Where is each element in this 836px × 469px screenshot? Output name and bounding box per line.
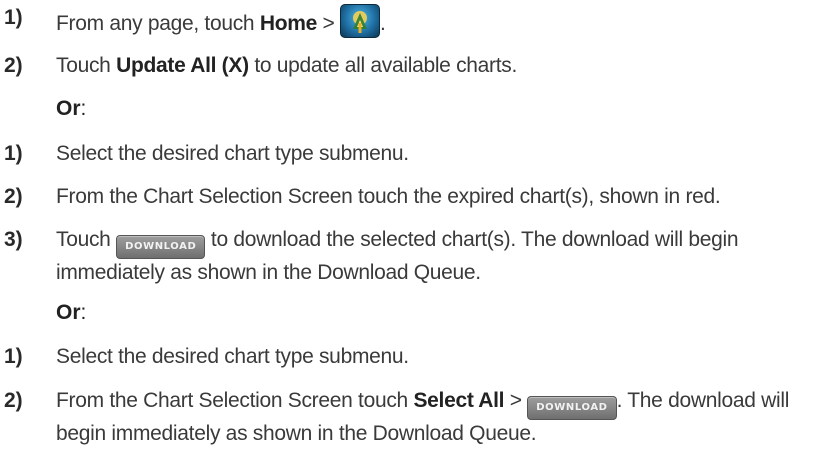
- step-text: From any page, touch Home > .: [56, 4, 828, 38]
- step-text-pre: Touch: [56, 228, 117, 251]
- step-number: 1): [4, 6, 23, 29]
- step-text-pre: From the Chart Selection Screen touch: [56, 389, 414, 412]
- download-button: DOWNLOAD: [116, 235, 206, 259]
- select-all-label: Select All: [413, 389, 505, 412]
- step-text: Select the desired chart type submenu.: [56, 345, 409, 368]
- step-text: Touch Update All (X) to update all avail…: [56, 52, 828, 79]
- step-text-post: to update all available charts.: [248, 54, 518, 77]
- or-label: Or: [56, 97, 81, 120]
- step-number: 2): [4, 185, 23, 208]
- charts-app-icon: [340, 4, 381, 38]
- or-divider: Or:: [56, 299, 86, 326]
- step-text-separator: >: [316, 12, 341, 35]
- or-divider: Or:: [56, 95, 86, 122]
- step-text-pre: From any page, touch: [56, 12, 260, 35]
- update-all-label: Update All (X): [116, 54, 249, 77]
- step-number: 2): [4, 54, 23, 77]
- step-number: 3): [4, 228, 23, 251]
- step-number: 1): [4, 142, 23, 165]
- step-text: From the Chart Selection Screen touch th…: [56, 185, 721, 208]
- step-number: 1): [4, 345, 23, 368]
- home-label: Home: [259, 12, 317, 35]
- step-text: Touch DOWNLOAD to download the selected …: [56, 226, 828, 286]
- or-colon: :: [80, 301, 87, 324]
- download-button: DOWNLOAD: [527, 396, 617, 420]
- instruction-document: 1) From any page, touch Home > . 2) Touc…: [0, 0, 836, 469]
- step-text-pre: Touch: [56, 54, 117, 77]
- step-text-tail: .: [380, 12, 386, 35]
- or-label: Or: [56, 301, 81, 324]
- step-text: Select the desired chart type submenu.: [56, 142, 409, 165]
- step-text: From the Chart Selection Screen touch Se…: [56, 387, 828, 447]
- step-number: 2): [4, 389, 23, 412]
- or-colon: :: [80, 97, 87, 120]
- step-text-separator: >: [504, 389, 528, 412]
